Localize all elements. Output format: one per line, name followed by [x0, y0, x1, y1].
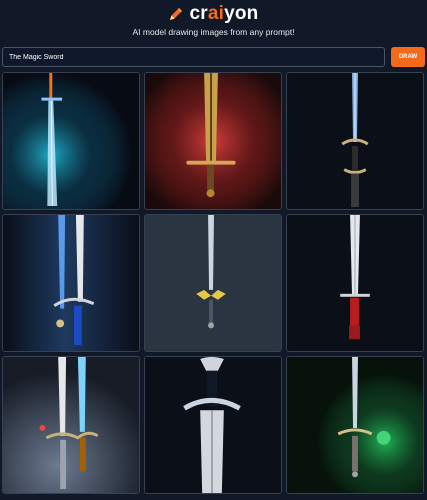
- generated-image-5[interactable]: [144, 214, 282, 352]
- generated-image-1[interactable]: [2, 72, 140, 210]
- generated-image-6[interactable]: [286, 214, 424, 352]
- prompt-input[interactable]: [2, 47, 385, 67]
- generated-image-2[interactable]: [144, 72, 282, 210]
- brand-text-part-3: yon: [224, 3, 259, 24]
- generated-image-7[interactable]: [2, 356, 140, 494]
- sword-image-3: [287, 73, 423, 209]
- logo[interactable]: craiyon: [0, 3, 427, 25]
- generated-image-4[interactable]: [2, 214, 140, 352]
- generated-image-8[interactable]: [144, 356, 282, 494]
- brand-text-part-2: ai: [207, 3, 225, 24]
- header: craiyon AI model drawing images from any…: [0, 0, 427, 44]
- sword-image-7: [3, 357, 139, 493]
- brand-text: craiyon: [189, 3, 258, 25]
- generated-image-9[interactable]: [286, 356, 424, 494]
- sword-image-4: [3, 215, 139, 351]
- pencil-icon: [170, 8, 183, 20]
- image-grid: [2, 72, 425, 498]
- sword-image-5: [145, 215, 281, 351]
- tagline: AI model drawing images from any prompt!: [132, 27, 295, 37]
- brand-text-part-1: cr: [189, 3, 208, 24]
- generated-image-3[interactable]: [286, 72, 424, 210]
- sword-image-8: [145, 357, 281, 493]
- sword-image-2: [145, 73, 281, 209]
- sword-image-9: [287, 357, 423, 493]
- sword-image-1: [3, 73, 139, 209]
- draw-button[interactable]: DRAW: [391, 47, 425, 67]
- sword-image-6: [287, 215, 423, 351]
